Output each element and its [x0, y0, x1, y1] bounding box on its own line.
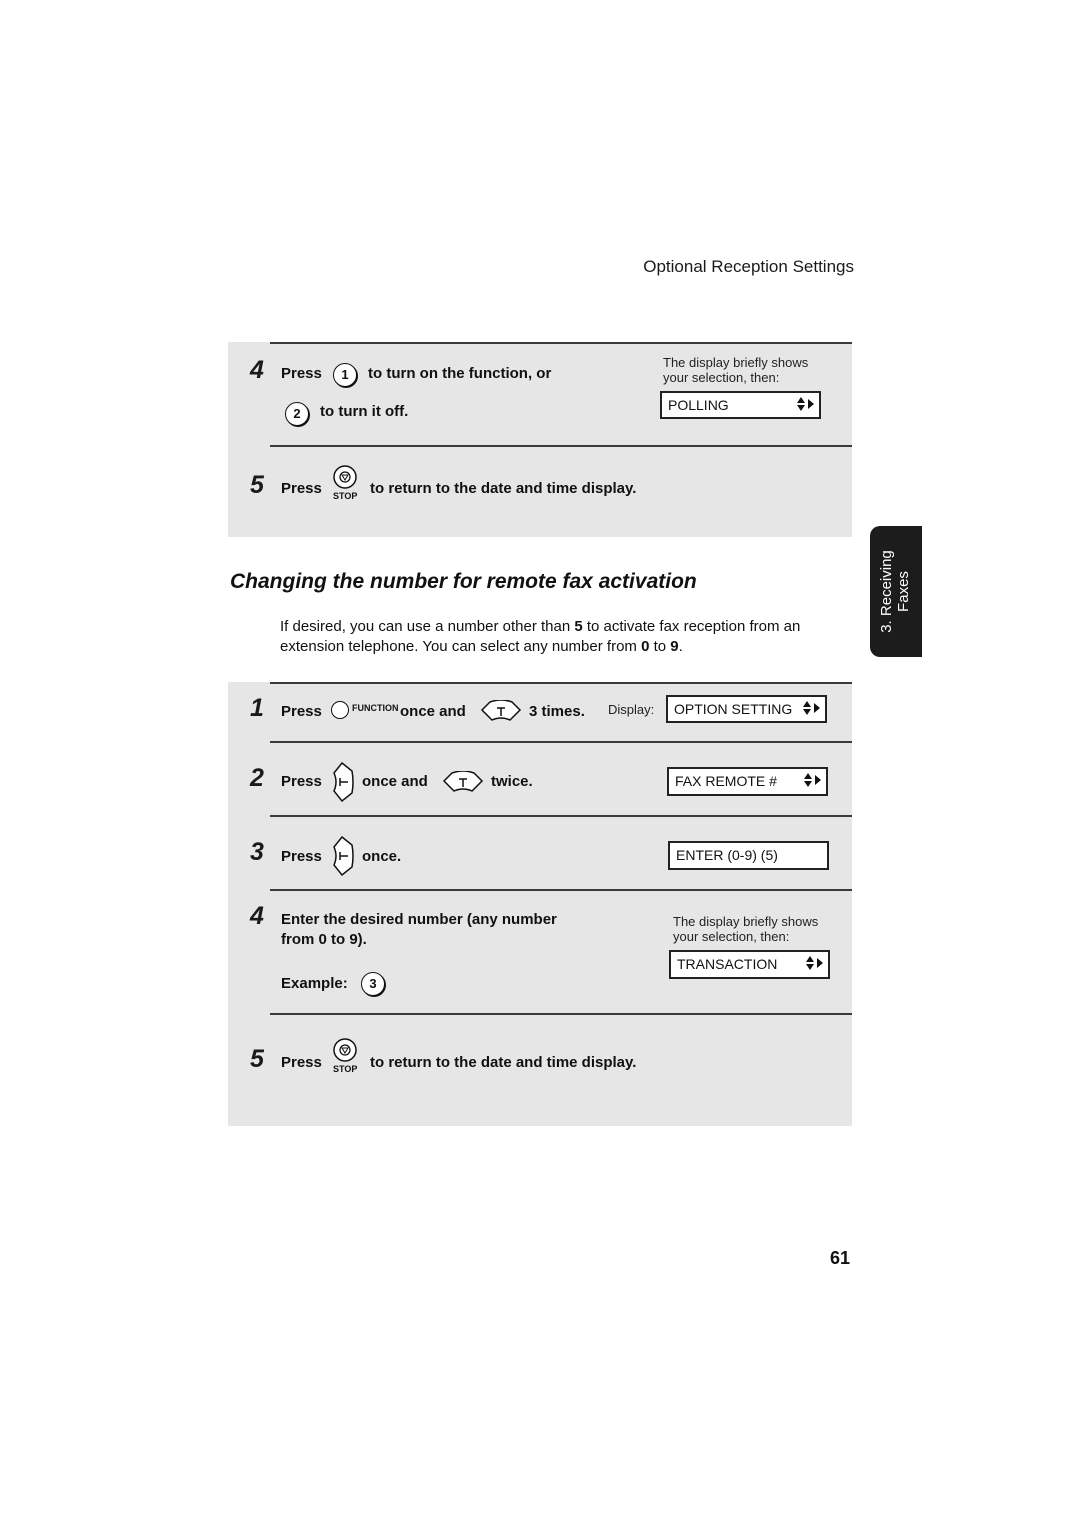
intro-text: extension telephone. You can select any …	[280, 638, 642, 655]
intro-bold: 9	[670, 638, 679, 655]
step-number: 3	[250, 838, 264, 866]
up-down-right-arrows-icon	[806, 956, 823, 970]
press-label: Press	[281, 848, 322, 865]
function-button[interactable]	[331, 701, 349, 719]
example-label: Example:	[281, 975, 348, 992]
stop-key-label: STOP	[333, 491, 358, 501]
step-number: 1	[250, 694, 264, 722]
step-text: twice.	[491, 773, 533, 790]
lcd-display-text: POLLING	[668, 397, 729, 413]
chapter-tab-line: 3. Receiving	[878, 550, 895, 633]
lcd-display: ENTER (0-9) (5)	[668, 841, 829, 870]
up-down-right-arrows-icon	[797, 397, 814, 411]
page-number: 61	[829, 1248, 850, 1268]
key-3-button[interactable]: 3	[361, 972, 385, 996]
display-note: your selection, then:	[673, 929, 790, 944]
key-2-button[interactable]: 2	[285, 402, 309, 426]
display-note: The display briefly shows	[673, 914, 819, 929]
step-text: once.	[362, 848, 402, 865]
step-text: to return to the date and time display.	[370, 480, 637, 497]
intro-text: .	[678, 638, 683, 655]
divider	[270, 889, 852, 891]
divider	[270, 342, 852, 344]
section-heading: Changing the number for remote fax activ…	[230, 570, 697, 593]
up-down-right-arrows-icon	[804, 773, 821, 787]
intro-paragraph: If desired, you can use a number other t…	[280, 617, 800, 657]
step-text: to return to the date and time display.	[370, 1054, 637, 1071]
intro-text: If desired, you can use a number other t…	[280, 618, 575, 635]
divider	[270, 741, 852, 743]
stop-key-label: STOP	[333, 1064, 358, 1074]
lcd-display-text: ENTER (0-9) (5)	[676, 847, 778, 863]
intro-bold: 5	[574, 618, 583, 635]
section-header-title: Optional Reception Settings	[643, 257, 854, 276]
step-text: to turn on the function, or	[368, 365, 552, 382]
divider	[270, 815, 852, 817]
chapter-tab: 3. Receiving Faxes	[870, 526, 922, 657]
display-note: The display briefly shows	[663, 355, 809, 370]
function-key-label: FUNCTION	[352, 703, 399, 713]
intro-text: to activate fax reception from an	[582, 618, 801, 635]
step-text: once and	[362, 773, 428, 790]
key-1-button[interactable]: 1	[333, 363, 357, 387]
right-arrow-key-icon[interactable]	[332, 761, 354, 803]
step-number: 5	[250, 1045, 264, 1073]
step-text: from 0 to 9).	[281, 931, 367, 948]
lcd-display: TRANSACTION	[669, 950, 830, 979]
lcd-display: FAX REMOTE #	[667, 767, 828, 796]
stop-button[interactable]: STOP	[333, 1038, 363, 1078]
lcd-display: OPTION SETTING	[666, 695, 827, 723]
step-text: Enter the desired number (any number	[281, 911, 557, 928]
lcd-display-text: FAX REMOTE #	[675, 773, 777, 789]
display-label: Display:	[608, 702, 655, 717]
stop-icon	[333, 465, 357, 489]
stop-button[interactable]: STOP	[333, 465, 363, 505]
lcd-display-text: OPTION SETTING	[674, 701, 793, 717]
down-arrow-key-icon[interactable]	[480, 700, 522, 722]
lcd-display: POLLING	[660, 391, 821, 419]
chapter-tab-label: 3. Receiving Faxes	[870, 526, 922, 657]
step-number: 4	[250, 902, 264, 930]
up-down-right-arrows-icon	[803, 701, 820, 715]
chapter-tab-line: Faxes	[895, 571, 912, 612]
divider	[270, 1013, 852, 1015]
stop-icon	[333, 1038, 357, 1062]
display-note: your selection, then:	[663, 370, 780, 385]
lcd-display-text: TRANSACTION	[677, 956, 778, 972]
press-label: Press	[281, 773, 322, 790]
step-text: once and	[400, 703, 466, 720]
step-text: 3 times.	[529, 703, 585, 720]
divider	[270, 445, 852, 447]
intro-text: to	[649, 638, 671, 655]
step-number: 2	[250, 764, 264, 792]
press-label: Press	[281, 365, 322, 382]
step-number: 4	[250, 356, 264, 384]
press-label: Press	[281, 1054, 322, 1071]
divider	[270, 682, 852, 684]
press-label: Press	[281, 703, 322, 720]
step-text: to turn it off.	[320, 403, 409, 420]
step-number: 5	[250, 471, 264, 499]
press-label: Press	[281, 480, 322, 497]
right-arrow-key-icon[interactable]	[332, 835, 354, 877]
down-arrow-key-icon[interactable]	[442, 771, 484, 793]
